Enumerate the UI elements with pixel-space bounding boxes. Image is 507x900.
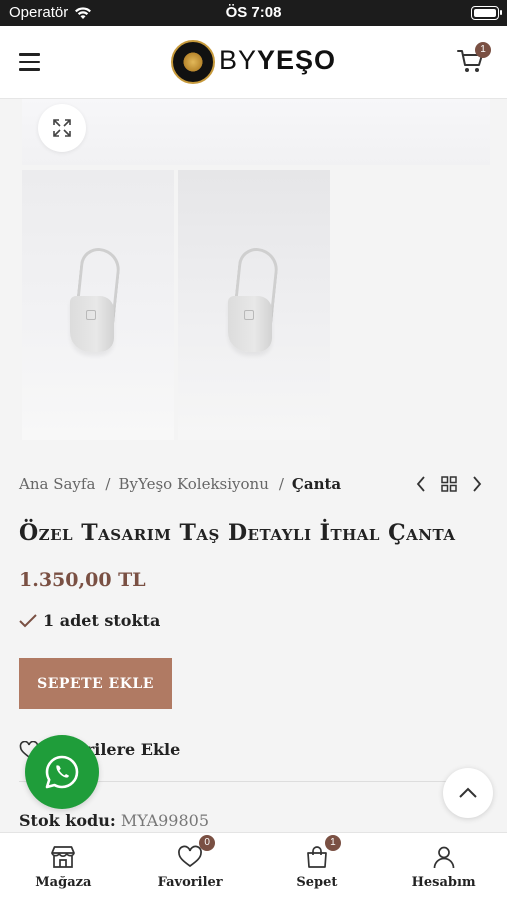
- store-icon: [51, 846, 76, 868]
- product-gallery: [0, 99, 507, 449]
- stock-text: 1 adet stokta: [43, 611, 161, 630]
- product-navigation: [415, 475, 483, 493]
- breadcrumb: Ana Sayfa / ByYeşo Koleksiyonu / Çanta: [19, 475, 341, 493]
- cart-count-badge: 1: [475, 42, 491, 58]
- product-thumbnail[interactable]: [22, 170, 174, 440]
- clock: ÖS 7:08: [225, 4, 282, 21]
- tab-label: Mağaza: [35, 875, 92, 890]
- cart-count-badge: 1: [324, 835, 341, 851]
- sku-row: Stok kodu: MYA99805: [19, 811, 209, 830]
- logo-wordmark: BYYEŞO: [219, 45, 336, 79]
- tab-cart[interactable]: 1 Sepet: [254, 833, 381, 900]
- breadcrumb-current: Çanta: [291, 475, 342, 493]
- favorites-count-badge: 0: [199, 835, 216, 851]
- site-logo[interactable]: BYYEŞO: [171, 40, 336, 84]
- tab-label: Sepet: [296, 875, 338, 890]
- breadcrumb-link-collection[interactable]: ByYeşo Koleksiyonu: [118, 475, 268, 493]
- user-icon: [433, 846, 454, 869]
- grid-icon[interactable]: [441, 476, 457, 492]
- breadcrumb-separator: /: [105, 475, 111, 493]
- chevron-left-icon[interactable]: [415, 475, 427, 493]
- tab-favorites[interactable]: 0 Favoriler: [127, 833, 254, 900]
- whatsapp-button[interactable]: [25, 735, 99, 809]
- sku-label: Stok kodu:: [19, 811, 116, 830]
- tab-store[interactable]: Mağaza: [0, 833, 127, 900]
- whatsapp-icon: [45, 755, 79, 789]
- chevron-up-icon: [459, 787, 477, 798]
- main-product-image[interactable]: [22, 99, 490, 165]
- add-to-cart-button[interactable]: SEPETE EKLE: [19, 658, 172, 709]
- product-title: Özel Tasarım Taş Detaylı İthal Çanta: [19, 520, 456, 546]
- product-price: 1.350,00 TL: [19, 569, 146, 591]
- checkmark-icon: [19, 613, 37, 627]
- product-thumbnail[interactable]: [178, 170, 330, 440]
- chevron-right-icon[interactable]: [471, 475, 483, 493]
- status-bar: Operatör ÖS 7:08: [0, 0, 507, 26]
- bag-icon: [307, 846, 327, 868]
- zoom-button[interactable]: [38, 104, 86, 152]
- site-header: BYYEŞO 1: [0, 26, 507, 99]
- scroll-to-top-button[interactable]: [443, 768, 493, 818]
- logo-emblem: [171, 40, 215, 84]
- stock-status: 1 adet stokta: [19, 611, 160, 630]
- tab-label: Hesabım: [411, 875, 476, 890]
- battery-icon: [471, 6, 502, 20]
- heart-icon: [178, 845, 202, 868]
- breadcrumb-separator: /: [278, 475, 284, 493]
- sku-value: MYA99805: [120, 811, 210, 830]
- menu-icon[interactable]: [19, 53, 40, 71]
- tab-account[interactable]: Hesabım: [380, 833, 507, 900]
- expand-icon: [53, 119, 71, 137]
- tab-label: Favoriler: [157, 875, 223, 890]
- header-cart-button[interactable]: 1: [457, 42, 491, 74]
- breadcrumb-link-home[interactable]: Ana Sayfa: [19, 475, 95, 493]
- bottom-tab-bar: Mağaza 0 Favoriler 1 Sepet Hesabım: [0, 832, 507, 900]
